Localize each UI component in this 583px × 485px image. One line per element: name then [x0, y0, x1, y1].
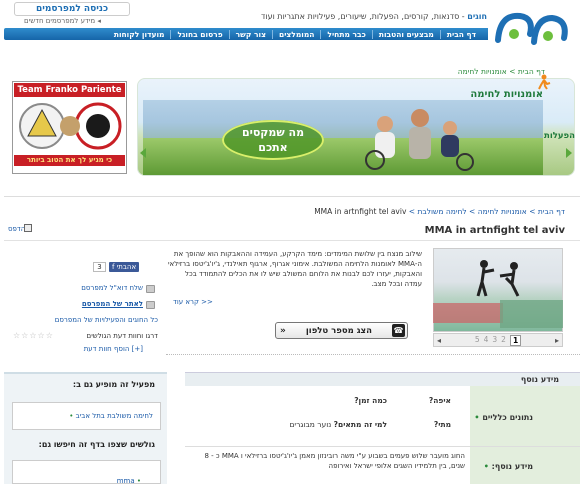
section-divider: [4, 196, 580, 197]
also-appears-label: לחימה משולבת בתל אביב: [75, 412, 153, 420]
breadcrumb-current: אומנויות לחימה: [457, 67, 507, 76]
slogan-line-1: מה שמקסים: [241, 126, 305, 139]
also-appears-title: מפעיל זה מופיע גם ב:: [72, 380, 155, 389]
when-label: מתי?: [434, 420, 451, 429]
family-photo: [365, 109, 474, 171]
duration-label: כמה זמן?: [354, 396, 387, 405]
advertisers-login-button[interactable]: כניסה למפרסמים: [14, 2, 130, 16]
pager-prev-icon[interactable]: ◂: [437, 336, 441, 345]
events-tab[interactable]: הפעלות: [544, 131, 575, 141]
show-phone-label: הצג מספר טלפון: [305, 325, 372, 336]
activity-description: שילוב מנצח בין שלושת המימדים: מימד הקרקע…: [167, 250, 422, 288]
advertiser-site-link[interactable]: לאתר של המפרסם: [82, 300, 143, 308]
all-activities-link[interactable]: כל החוגים והפעילויות של המפרסם: [55, 316, 158, 324]
mail-icon: [146, 285, 155, 293]
banner-prev-arrow-icon[interactable]: [140, 148, 146, 158]
title-divider: [4, 240, 580, 241]
suitable-label: למי זה מתאים? נוער מבוגרים: [289, 420, 387, 429]
banner-title: אומנויות לחימה: [470, 89, 543, 100]
like-button[interactable]: f אהבתי: [109, 262, 140, 272]
pager-page[interactable]: 5: [475, 335, 480, 346]
photo-mat-red: [433, 303, 503, 323]
page-title: MMA in artnfight tel aviv: [424, 225, 565, 236]
breadcrumb-separator: >: [506, 67, 518, 76]
breadcrumb-item[interactable]: אומנויות לחימה: [478, 207, 527, 216]
suitable-a: נוער מבוגרים: [289, 420, 332, 429]
printer-icon[interactable]: [24, 224, 32, 232]
ad-seals: [19, 102, 122, 150]
nav-starting[interactable]: כבר מתחיל: [320, 29, 371, 39]
info-divider: [185, 446, 580, 447]
send-email-link[interactable]: שלח דוא"ל למפרסם: [81, 284, 143, 292]
slogan-line-2: אתכם: [258, 141, 288, 154]
like-label: אהבתי: [116, 263, 137, 271]
pager-next-icon[interactable]: ▸: [555, 336, 559, 345]
pager-page[interactable]: 1: [509, 334, 522, 346]
site-tagline: חוגים - סדנאות, קורסים, הפעלות, שיעורים,…: [261, 12, 487, 21]
nav-club[interactable]: מועדון לקוחות: [108, 30, 171, 39]
rating-stars[interactable]: ☆☆☆☆☆: [13, 331, 54, 340]
print-link[interactable]: הדפס: [8, 225, 25, 233]
banner-slogan-bubble: מה שמקסים אתכם: [222, 120, 324, 160]
pager-page[interactable]: 3: [492, 335, 497, 346]
show-phone-button[interactable]: » הצג מספר טלפון ☎: [275, 322, 408, 339]
breadcrumb-item[interactable]: דף הבית: [538, 207, 565, 216]
suitable-q: למי זה מתאים?: [333, 420, 387, 429]
breadcrumb-current: MMA in artnfight tel aviv: [314, 207, 407, 216]
general-data-text: נתונים כלליים: [482, 413, 533, 422]
double-chevron-icon: »: [280, 325, 286, 336]
facebook-icon: f: [112, 263, 115, 271]
more-info-text: מידע נוסף:: [491, 462, 533, 471]
advertisers-news-link[interactable]: מידע למפרסמים חדשים ◂: [24, 17, 101, 25]
dotted-divider: [166, 354, 580, 355]
when-q: מתי?: [433, 420, 451, 429]
duration-q: כמה זמן?: [354, 396, 387, 405]
photo-pager: ◂ 1 2 3 4 5 ▸: [433, 333, 563, 347]
tagline-text: - סדנאות, קורסים, הפעלות, שיעורים, פעילו…: [261, 12, 468, 21]
pager-numbers: 1 2 3 4 5: [475, 334, 522, 346]
photo-mat-green: [500, 300, 563, 328]
fighters-figure: [476, 260, 520, 297]
also-searched-title: גולשים שצפו בדף זה חיפשו גם:: [38, 440, 155, 449]
like-count: 3: [93, 262, 106, 272]
more-info-text-body: החוג מועבר שלוש פעמים בשבוע ע"י משה רובי…: [204, 452, 465, 470]
breadcrumb-top: דף הבית > אומנויות לחימה: [458, 67, 545, 76]
add-review-link[interactable]: [+] הוסף חוות דעת: [84, 345, 143, 353]
pager-page[interactable]: 2: [501, 335, 506, 346]
pager-page[interactable]: 4: [484, 335, 489, 346]
info-header: מידע נוסף: [520, 375, 559, 384]
phone-icon: ☎: [391, 324, 405, 337]
main-nav: דף הבית מבצעים והטבות כבר מתחיל המומלצים…: [4, 28, 488, 40]
facebook-like[interactable]: 3 f אהבתי: [93, 262, 140, 272]
ad-footer: כי מגיע לך את הטוב ביותר: [14, 155, 125, 166]
link-icon: [146, 301, 155, 309]
general-data-label: נתונים כלליים •: [474, 413, 533, 422]
rating-label: דרגו וחוות דעת הגולשים: [86, 332, 158, 340]
brand-name: חוגים: [467, 12, 487, 21]
also-appears-link[interactable]: לחימה משולבת בתל אביב •: [69, 412, 153, 420]
advertisers-news-label: מידע למפרסמים חדשים: [24, 17, 96, 25]
bullet-icon: •: [69, 412, 74, 420]
breadcrumb-item[interactable]: לחימה משולבת: [417, 207, 466, 216]
nav-home[interactable]: דף הבית: [439, 29, 482, 39]
more-info-label: מידע נוסף: •: [484, 462, 533, 471]
nav-recommended[interactable]: המומלצים: [271, 29, 320, 39]
breadcrumb: דף הבית > אומנויות לחימה > לחימה משולבת …: [314, 207, 565, 216]
nav-advertise[interactable]: פרסום בחוגל: [170, 29, 228, 39]
where-q: איפה?: [428, 396, 451, 405]
read-more-link[interactable]: קרא עוד >>: [173, 298, 213, 306]
banner-next-arrow-icon[interactable]: [566, 148, 572, 158]
martial-arts-icon: [538, 74, 551, 90]
hugel-logo[interactable]: [490, 4, 578, 52]
nav-deals[interactable]: מבצעים והטבות: [371, 29, 440, 39]
where-label: איפה?: [429, 396, 451, 405]
bullet-icon: •: [474, 413, 480, 422]
ad-header: Team Franko Pariente: [14, 83, 125, 97]
bullet-icon: •: [483, 462, 489, 471]
nav-contact[interactable]: צור קשר: [228, 29, 272, 39]
